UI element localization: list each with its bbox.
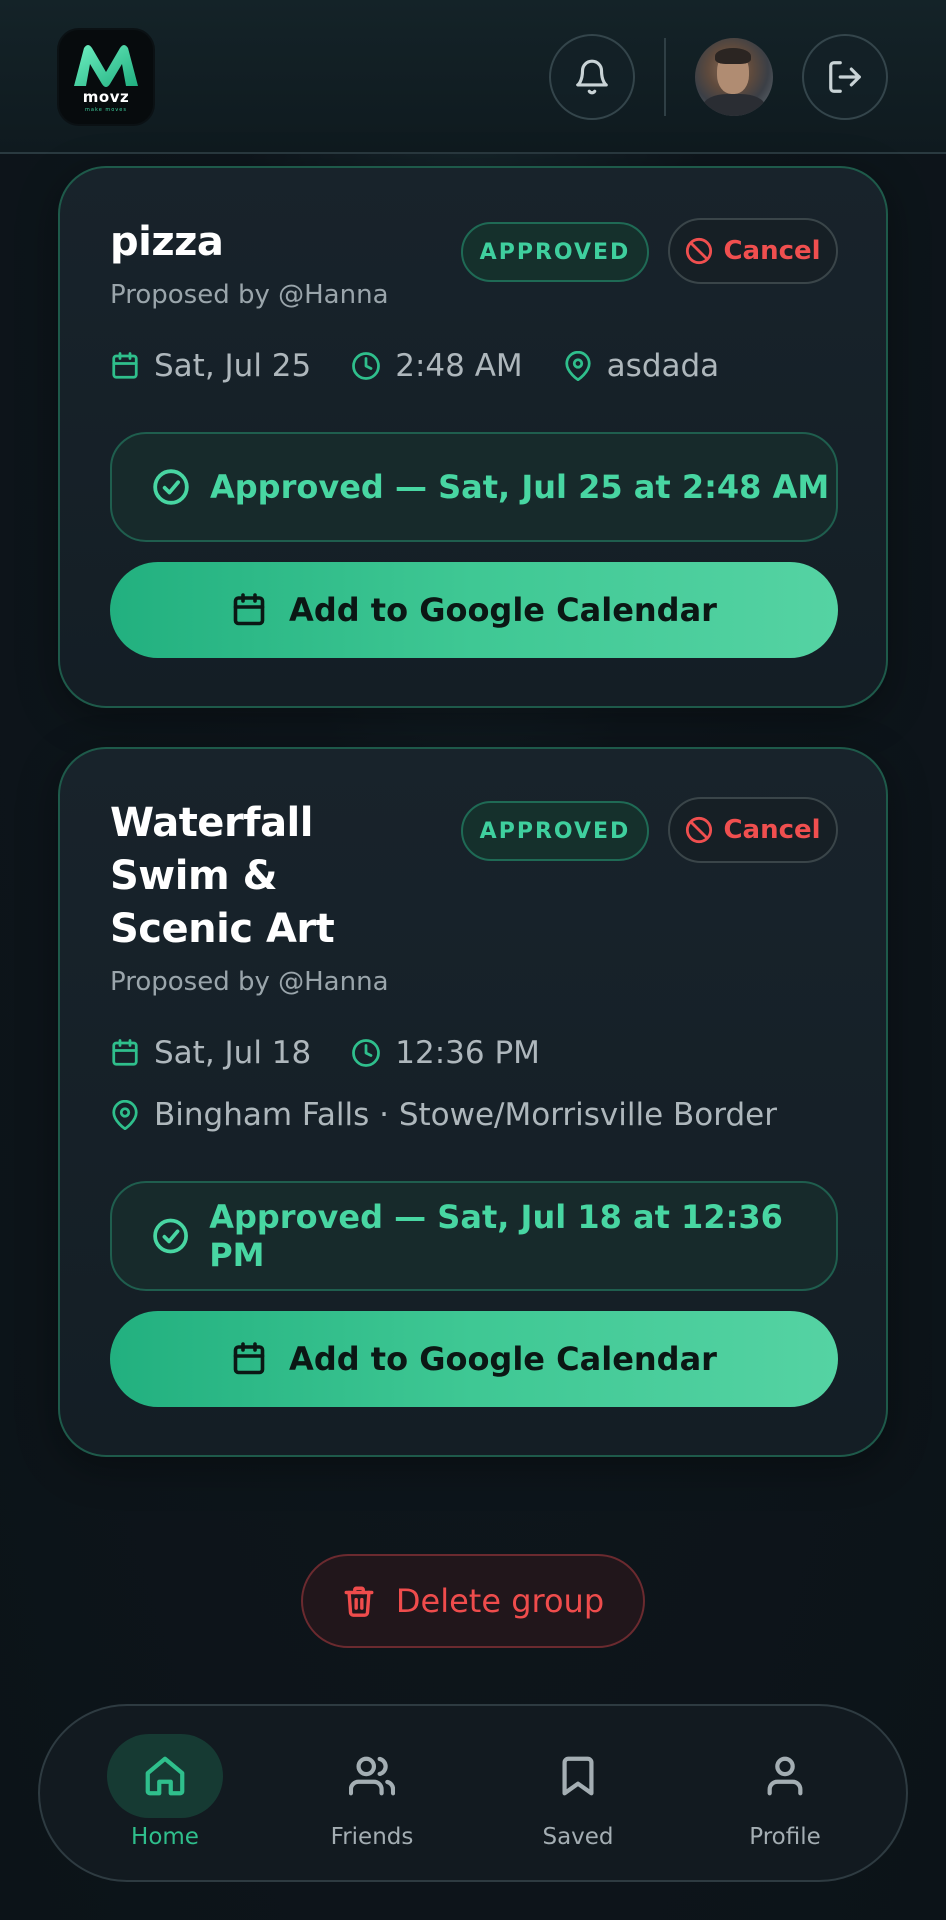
nav-label: Saved bbox=[542, 1824, 614, 1850]
page: movz make moves pizza Proposed by @Hanna bbox=[0, 0, 946, 1920]
cancel-label: Cancel bbox=[723, 236, 821, 266]
nav-home[interactable]: Home bbox=[95, 1734, 235, 1856]
proposed-by: Proposed by @Hanna bbox=[110, 967, 389, 997]
event-title: Waterfall Swim & Scenic Art bbox=[110, 800, 335, 952]
event-time: 2:48 AM bbox=[351, 348, 523, 384]
event-location-row: Bingham Falls · Stowe/Morrisville Border bbox=[110, 1097, 777, 1133]
event-meta: Sat, Jul 18 12:36 PM bbox=[110, 1035, 540, 1071]
cancel-button[interactable]: Cancel bbox=[668, 218, 838, 284]
event-date: Sat, Jul 25 bbox=[110, 348, 311, 384]
bookmark-icon bbox=[562, 1756, 594, 1796]
ban-icon bbox=[686, 237, 713, 265]
user-avatar[interactable] bbox=[695, 38, 773, 116]
event-time: 12:36 PM bbox=[351, 1035, 540, 1071]
calendar-icon bbox=[112, 352, 138, 379]
add-to-google-calendar-button[interactable]: Add to Google Calendar bbox=[110, 562, 838, 658]
logo-wordmark: movz bbox=[82, 87, 130, 106]
delete-group-button[interactable]: Delete group bbox=[301, 1554, 645, 1648]
add-to-google-calendar-button[interactable]: Add to Google Calendar bbox=[110, 1311, 838, 1407]
calendar-icon bbox=[233, 1342, 265, 1375]
friends-icon bbox=[349, 1756, 395, 1796]
event-title: pizza bbox=[110, 219, 224, 265]
ban-icon bbox=[686, 816, 713, 844]
calendar-icon bbox=[233, 593, 265, 626]
nav-label: Profile bbox=[749, 1824, 821, 1850]
logo-tagline: make moves bbox=[85, 106, 127, 113]
event-card: Waterfall Swim & Scenic Art Proposed by … bbox=[58, 747, 888, 1457]
check-circle-icon bbox=[153, 1218, 188, 1254]
clock-icon bbox=[352, 352, 381, 380]
app-logo[interactable]: movz make moves bbox=[59, 30, 153, 124]
calendar-icon bbox=[112, 1039, 138, 1066]
nav-label: Friends bbox=[330, 1824, 414, 1850]
cancel-label: Cancel bbox=[723, 815, 821, 845]
event-location: asdada bbox=[563, 348, 719, 384]
nav-friends[interactable]: Friends bbox=[302, 1734, 442, 1856]
logout-button[interactable] bbox=[802, 34, 888, 120]
notifications-button[interactable] bbox=[549, 34, 635, 120]
location-pin-icon bbox=[565, 351, 591, 381]
nav-label: Home bbox=[131, 1824, 199, 1850]
logout-icon bbox=[829, 61, 861, 93]
location-pin-icon bbox=[112, 1100, 138, 1130]
event-meta: Sat, Jul 25 2:48 AM asdada bbox=[110, 348, 719, 384]
approved-banner: Approved — Sat, Jul 25 at 2:48 AM bbox=[110, 432, 838, 542]
header-divider bbox=[664, 38, 666, 116]
event-card: pizza Proposed by @Hanna APPROVED Cancel… bbox=[58, 166, 888, 708]
nav-saved[interactable]: Saved bbox=[508, 1734, 648, 1856]
profile-icon bbox=[767, 1756, 803, 1796]
top-header: movz make moves bbox=[0, 0, 946, 154]
home-icon bbox=[145, 1756, 185, 1796]
trash-icon bbox=[344, 1586, 374, 1617]
event-location: Bingham Falls · Stowe/Morrisville Border bbox=[110, 1097, 777, 1133]
event-date: Sat, Jul 18 bbox=[110, 1035, 311, 1071]
status-badge: APPROVED bbox=[461, 222, 649, 282]
bell-icon bbox=[576, 59, 608, 95]
clock-icon bbox=[352, 1039, 381, 1067]
status-badge: APPROVED bbox=[461, 801, 649, 861]
cancel-button[interactable]: Cancel bbox=[668, 797, 838, 863]
proposed-by: Proposed by @Hanna bbox=[110, 280, 389, 310]
nav-profile[interactable]: Profile bbox=[715, 1734, 855, 1856]
logo-mark-icon bbox=[74, 44, 138, 87]
bottom-nav: Home Friends Saved Profile bbox=[38, 1704, 908, 1882]
approved-banner: Approved — Sat, Jul 18 at 12:36 PM bbox=[110, 1181, 838, 1291]
check-circle-icon bbox=[153, 469, 189, 505]
